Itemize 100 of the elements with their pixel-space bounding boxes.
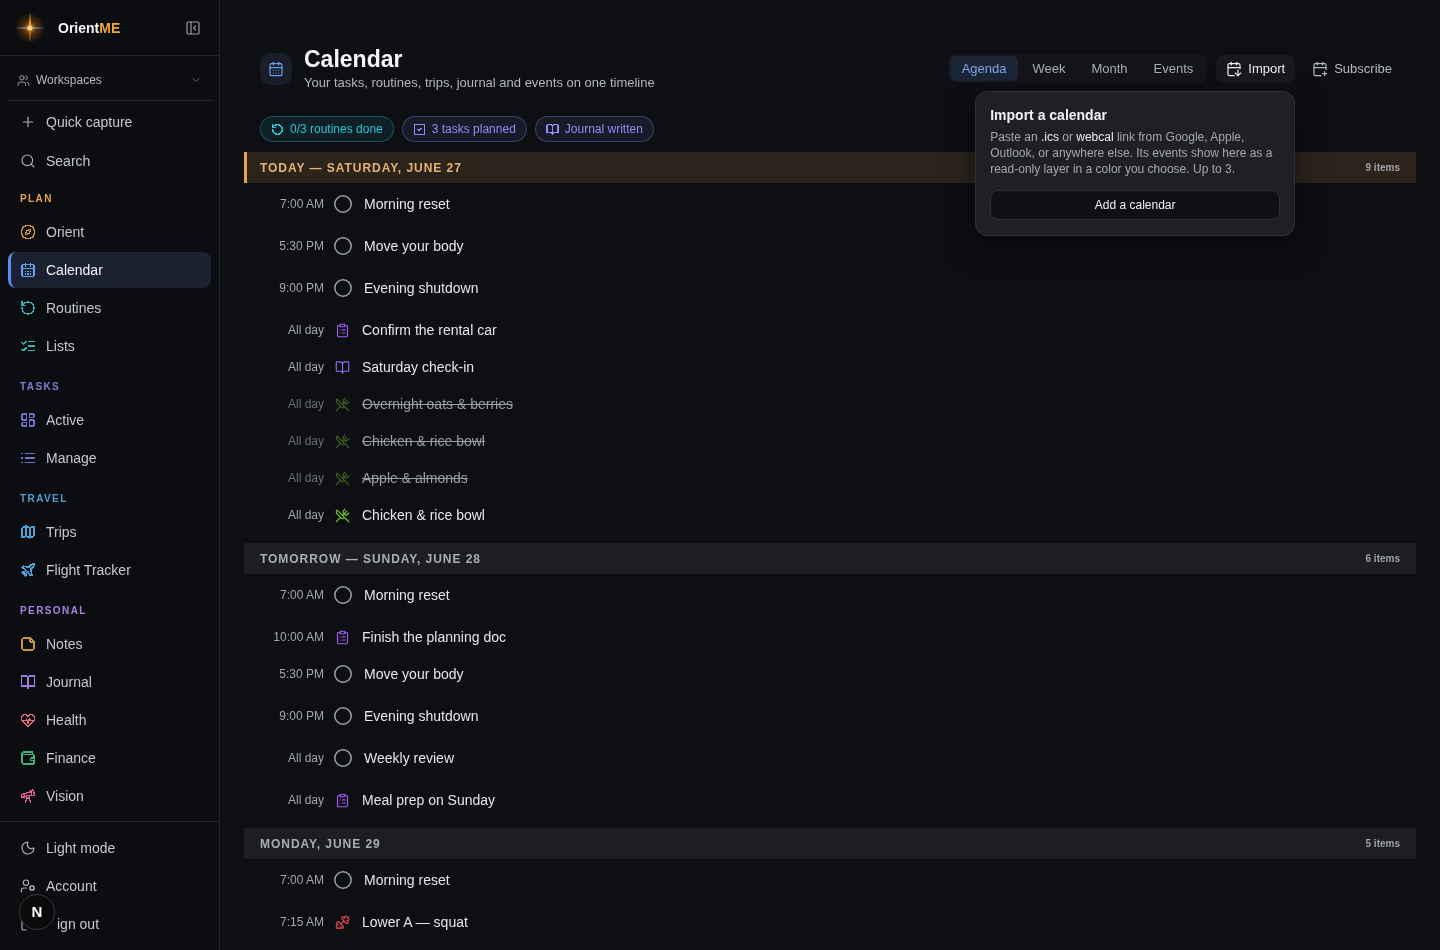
sidebar-item[interactable]: Lists (8, 328, 211, 364)
agenda-item-title[interactable]: Chicken & rice bowl (362, 505, 485, 525)
calendar-download-icon (1226, 60, 1243, 77)
sidebar-item[interactable]: Vision (8, 778, 211, 814)
agenda-item-title[interactable]: Evening shutdown (364, 278, 479, 298)
brand-name: OrientME (58, 18, 121, 38)
section-label: PLAN (19, 192, 54, 206)
workspace-switcher[interactable]: Workspaces (8, 66, 211, 94)
agenda-item-title[interactable]: Morning reset (364, 870, 450, 890)
sidebar-action[interactable]: Search (8, 143, 211, 179)
time-label: 9:00 PM (278, 280, 324, 296)
time-label: All day (286, 359, 324, 375)
clipboard-icon (335, 792, 350, 808)
sidebar-item[interactable]: Routines (8, 290, 211, 326)
item-count: 5 items (1365, 837, 1400, 851)
round-checkbox[interactable] (334, 237, 352, 255)
round-checkbox[interactable] (334, 871, 352, 889)
time-label: All day (286, 750, 324, 766)
utensils-icon (335, 433, 350, 449)
sidebar-item[interactable]: Manage (8, 440, 211, 476)
book-icon (335, 359, 350, 375)
calendar-icon (260, 53, 292, 85)
agenda-item-title[interactable]: Chicken & rice bowl (362, 431, 485, 451)
sidebar-item[interactable]: Trips (8, 514, 211, 550)
sidebar-item[interactable]: Finance (8, 740, 211, 776)
day-title: TOMORROW — SUNDAY, JUNE 28 (260, 550, 481, 568)
agenda-item-title[interactable]: Move your body (364, 236, 464, 256)
time-label: 7:00 AM (278, 196, 324, 212)
agenda-item-title[interactable]: Confirm the rental car (362, 320, 497, 340)
sidebar-item[interactable]: Notes (8, 626, 211, 662)
clipboard-icon (335, 322, 350, 338)
agenda-item-title[interactable]: Finish the planning doc (362, 627, 506, 647)
time-label: 7:00 AM (278, 587, 324, 603)
time-label: All day (286, 396, 324, 412)
round-checkbox[interactable] (334, 279, 352, 297)
time-label: 5:30 PM (278, 666, 324, 682)
section-label: TRAVEL (19, 492, 69, 506)
subscribe-button[interactable]: Subscribe (1304, 54, 1400, 83)
utensils-icon (335, 396, 350, 412)
sidebar-item[interactable]: Journal (8, 664, 211, 700)
search-icon (20, 153, 36, 169)
time-label: 9:00 PM (278, 708, 324, 724)
round-checkbox[interactable] (334, 195, 352, 213)
round-checkbox[interactable] (334, 586, 352, 604)
sidebar-item[interactable]: Orient (8, 214, 211, 250)
clipboard-icon (335, 629, 350, 645)
import-button[interactable]: Import (1216, 54, 1296, 83)
agenda-item-title[interactable]: Morning reset (364, 194, 450, 214)
sidebar-action[interactable]: Quick capture (8, 104, 211, 140)
sidebar-item[interactable]: Health (8, 702, 211, 738)
time-label: 5:30 PM (278, 238, 324, 254)
sidebar-item[interactable]: Calendar (8, 252, 211, 288)
time-label: 7:15 AM (278, 914, 324, 930)
agenda-item-title[interactable]: Lower A — squat (362, 912, 468, 932)
utensils-icon (335, 507, 350, 523)
people-icon (17, 73, 30, 87)
popover-title: Import a calendar (990, 105, 1108, 125)
item-count: 6 items (1365, 552, 1400, 566)
time-label: 10:00 AM (272, 629, 324, 645)
plus-icon (20, 114, 36, 130)
agenda-item-title[interactable]: Move your body (364, 664, 464, 684)
summary-chip: 0/3 routines done (260, 116, 394, 142)
summary-chip: 3 tasks planned (401, 116, 527, 142)
agenda-item-title[interactable]: Overnight oats & berries (362, 394, 513, 414)
day-title: MONDAY, JUNE 29 (260, 835, 381, 853)
sidebar-item[interactable]: Active (8, 402, 211, 438)
agenda-item-title[interactable]: Evening shutdown (364, 706, 479, 726)
agenda-item-title[interactable]: Apple & almonds (362, 468, 468, 488)
user-settings-icon (20, 878, 36, 894)
page-subtitle: Your tasks, routines, trips, journal and events on one timeline (304, 74, 655, 92)
time-label: All day (286, 433, 324, 449)
time-label: All day (286, 507, 324, 523)
sidebar-item[interactable]: Flight Tracker (8, 552, 211, 588)
page-title: Calendar (304, 45, 404, 73)
time-label: 7:00 AM (278, 872, 324, 888)
round-checkbox[interactable] (334, 749, 352, 767)
view-tab[interactable]: Month (1079, 56, 1140, 81)
agenda-item-title[interactable]: Morning reset (364, 585, 450, 605)
view-tab[interactable]: Events (1141, 56, 1206, 81)
popover-description: Paste an .ics or webcal link from Google, Apple, Outlook, or anywhere else. Its events show here as a read-only layer in a color you choose. Up to 3. (990, 128, 1274, 177)
time-label: All day (286, 792, 324, 808)
agenda-item-title[interactable]: Saturday check-in (362, 357, 475, 377)
view-tab[interactable]: Week (1020, 56, 1078, 81)
round-checkbox[interactable] (334, 707, 352, 725)
add-calendar-button[interactable]: Add a calendar (990, 189, 1281, 220)
dumbbell-icon (335, 914, 350, 930)
moon-icon (20, 840, 36, 856)
sidebar-toggle-icon[interactable] (185, 19, 201, 36)
star-logo-icon (15, 12, 45, 43)
calendar-plus-icon (1312, 60, 1329, 77)
utensils-icon (335, 470, 350, 486)
round-checkbox[interactable] (334, 665, 352, 683)
time-label: All day (286, 322, 324, 338)
agenda-item-title[interactable]: Meal prep on Sunday (362, 790, 496, 810)
view-tab[interactable]: Agenda (949, 56, 1019, 81)
agenda-item-title[interactable]: Weekly review (364, 748, 454, 768)
summary-chip: Journal written (534, 116, 654, 142)
section-label: PERSONAL (19, 604, 88, 618)
time-label: All day (286, 470, 324, 486)
sidebar-action[interactable]: Light mode (8, 830, 211, 866)
